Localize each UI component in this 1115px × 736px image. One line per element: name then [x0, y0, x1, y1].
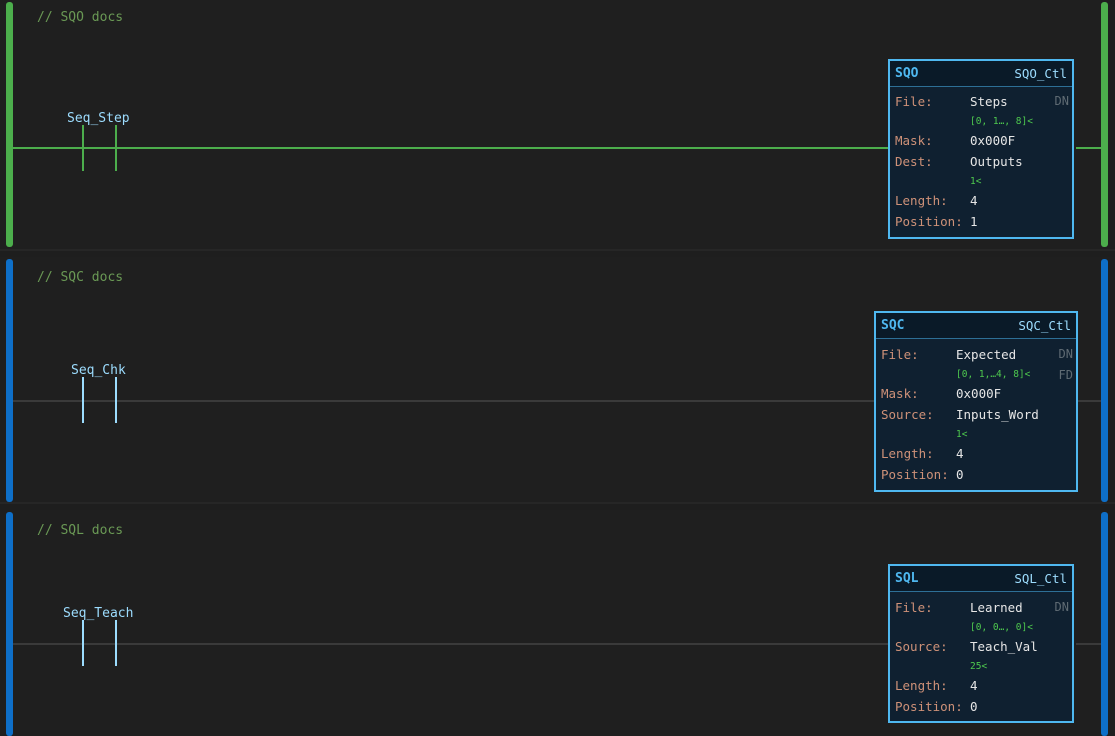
- rung-comment: // SQC docs: [37, 270, 124, 285]
- row-label: Position:: [881, 467, 949, 482]
- block-control[interactable]: SQO_Ctl: [1014, 66, 1067, 81]
- row-label: Source:: [881, 407, 934, 422]
- dn-flag: DN: [1058, 347, 1073, 361]
- right-wire: [1076, 147, 1101, 149]
- row-sub: 1<: [970, 176, 982, 187]
- contact-right-bar[interactable]: [115, 125, 117, 171]
- left-power-rail: [6, 2, 13, 247]
- contact-right-bar[interactable]: [115, 377, 117, 423]
- left-power-rail: [6, 259, 13, 502]
- row-sub: [0, 1…, 8]<: [970, 116, 1033, 127]
- row-label: Position:: [895, 699, 963, 714]
- row-label: Dest:: [895, 154, 933, 169]
- row-label: Position:: [895, 214, 963, 229]
- row-value[interactable]: Teach_Val: [970, 639, 1038, 654]
- row-value[interactable]: 0: [956, 467, 964, 482]
- row-label: File:: [895, 600, 933, 615]
- row-value[interactable]: 4: [956, 446, 964, 461]
- block-header: SQC SQC_Ctl: [876, 313, 1076, 339]
- left-wire: [13, 643, 890, 645]
- row-label: Length:: [881, 446, 934, 461]
- row-value[interactable]: 1: [970, 214, 978, 229]
- contact-right-bar[interactable]: [115, 620, 117, 666]
- right-wire: [1076, 643, 1101, 645]
- row-sub: 25<: [970, 661, 988, 672]
- row-value[interactable]: 0x000F: [970, 133, 1015, 148]
- right-power-rail: [1101, 512, 1108, 736]
- rung-comment: // SQO docs: [37, 10, 124, 25]
- row-value[interactable]: Learned: [970, 600, 1023, 615]
- rung-separator: [0, 502, 1115, 504]
- row-value[interactable]: Expected: [956, 347, 1016, 362]
- contact-tag[interactable]: Seq_Teach: [63, 606, 133, 621]
- row-label: Mask:: [881, 386, 919, 401]
- row-label: File:: [881, 347, 919, 362]
- contact-tag[interactable]: Seq_Chk: [71, 363, 126, 378]
- block-control[interactable]: SQL_Ctl: [1014, 571, 1067, 586]
- contact-left-bar[interactable]: [82, 377, 84, 423]
- block-name: SQL: [895, 571, 919, 586]
- row-value[interactable]: 0: [970, 699, 978, 714]
- left-wire: [13, 147, 890, 149]
- block-name: SQC: [881, 318, 905, 333]
- row-sub: 1<: [956, 429, 968, 440]
- row-label: Mask:: [895, 133, 933, 148]
- row-label: File:: [895, 94, 933, 109]
- row-label: Length:: [895, 678, 948, 693]
- dn-flag: DN: [1054, 600, 1069, 614]
- row-value[interactable]: Inputs_Word: [956, 407, 1039, 422]
- rung-comment: // SQL docs: [37, 523, 124, 538]
- sql-block[interactable]: SQL SQL_Ctl DN File: Learned [0, 0…, 0]<…: [888, 564, 1074, 723]
- block-header: SQL SQL_Ctl: [890, 566, 1072, 592]
- fd-flag: FD: [1058, 368, 1073, 382]
- row-value[interactable]: Steps: [970, 94, 1008, 109]
- row-label: Source:: [895, 639, 948, 654]
- rung-separator: [0, 249, 1115, 251]
- dn-flag: DN: [1054, 94, 1069, 108]
- right-power-rail: [1101, 2, 1108, 247]
- contact-left-bar[interactable]: [82, 125, 84, 171]
- sqo-block[interactable]: SQO SQO_Ctl DN File: Steps [0, 1…, 8]< M…: [888, 59, 1074, 239]
- rung-sqc: // SQC docs Seq_Chk SQC SQC_Ctl DN FD Fi…: [0, 257, 1115, 502]
- row-label: Length:: [895, 193, 948, 208]
- contact-tag[interactable]: Seq_Step: [67, 111, 130, 126]
- block-control[interactable]: SQC_Ctl: [1018, 318, 1071, 333]
- block-name: SQO: [895, 66, 919, 81]
- left-power-rail: [6, 512, 13, 736]
- block-header: SQO SQO_Ctl: [890, 61, 1072, 87]
- right-power-rail: [1101, 259, 1108, 502]
- rung-sqo: // SQO docs Seq_Step SQO SQO_Ctl DN File…: [0, 0, 1115, 249]
- contact-left-bar[interactable]: [82, 620, 84, 666]
- row-sub: [0, 0…, 0]<: [970, 622, 1033, 633]
- row-value[interactable]: Outputs: [970, 154, 1023, 169]
- row-value[interactable]: 4: [970, 678, 978, 693]
- rung-sql: // SQL docs Seq_Teach SQL SQL_Ctl DN Fil…: [0, 510, 1115, 736]
- right-wire: [1076, 400, 1101, 402]
- row-value[interactable]: 0x000F: [956, 386, 1001, 401]
- sqc-block[interactable]: SQC SQC_Ctl DN FD File: Expected [0, 1,……: [874, 311, 1078, 492]
- row-value[interactable]: 4: [970, 193, 978, 208]
- left-wire: [13, 400, 876, 402]
- row-sub: [0, 1,…4, 8]<: [956, 369, 1031, 380]
